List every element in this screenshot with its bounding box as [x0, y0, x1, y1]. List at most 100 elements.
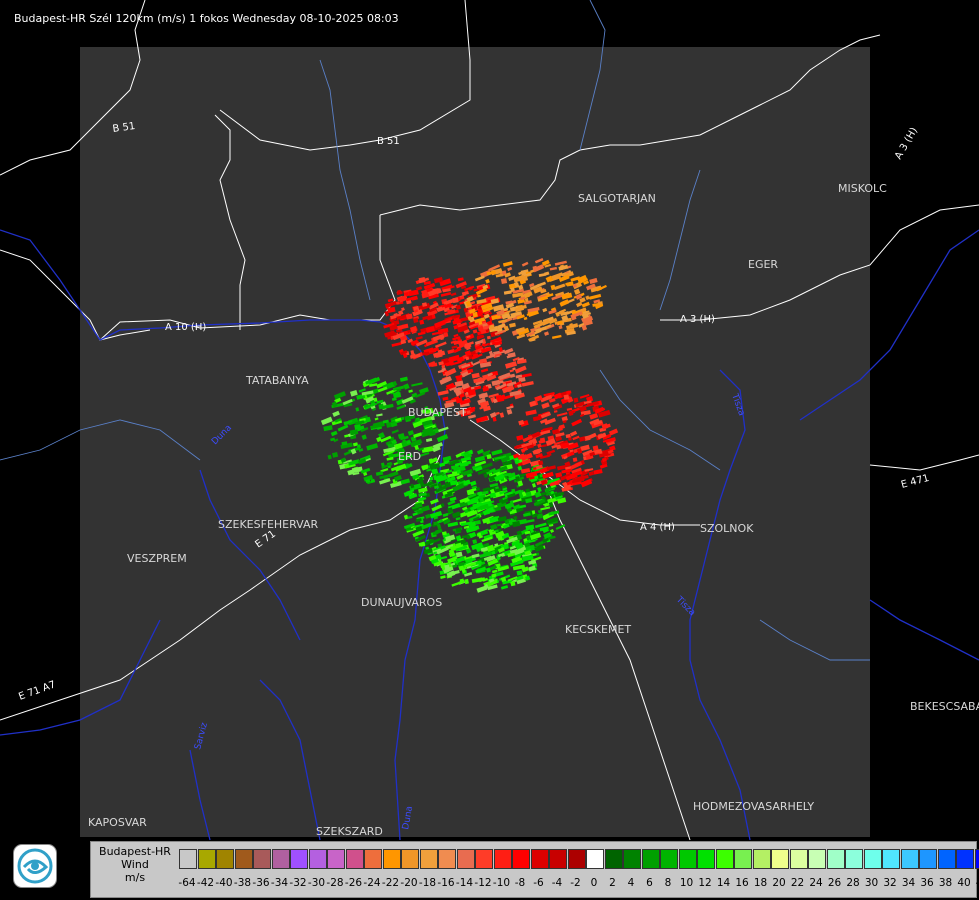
legend-swatch — [771, 849, 789, 869]
legend-tick: -28 — [326, 877, 344, 889]
legend-tick: -42 — [196, 877, 215, 889]
city-hodmezovasarhely: HODMEZOVASARHELY — [693, 800, 814, 813]
legend-tick: -36 — [252, 877, 270, 889]
legend-tick: 36 — [920, 877, 934, 889]
legend-swatch — [216, 849, 234, 869]
radar-echo — [563, 394, 570, 400]
legend-tick: 32 — [883, 877, 897, 889]
legend-swatch — [697, 849, 715, 869]
legend-tick: 42 — [973, 877, 979, 889]
legend-tick: 8 — [664, 877, 672, 889]
legend-swatch — [253, 849, 271, 869]
legend-swatch — [660, 849, 678, 869]
legend-station: Budapest-HR — [99, 845, 171, 858]
legend-swatch — [179, 849, 197, 869]
road-a4: A 4 (H) — [640, 522, 675, 533]
city-salgotarjan: SALGOTARJAN — [578, 192, 656, 205]
city-veszprem: VESZPREM — [127, 552, 187, 565]
legend-tick: -24 — [363, 877, 381, 889]
legend-swatch — [937, 849, 956, 869]
radar-map: SALGOTARJAN MISKOLC EGER TATABANYA BUDAP… — [0, 0, 979, 900]
legend-tick: 2 — [609, 877, 616, 889]
city-budapest: BUDAPEST — [408, 406, 467, 419]
city-tatabanya: TATABANYA — [245, 374, 309, 387]
city-szekesfehervar: SZEKESFEHERVAR — [218, 518, 319, 531]
road-b51-b: B 51 — [377, 136, 400, 147]
legend-tick: -16 — [437, 877, 455, 889]
color-legend: Budapest-HR Wind m/s -64 -42 -40 -38 -36 -34-… — [90, 841, 979, 898]
road-a3-a: A 3 (H) — [680, 314, 715, 325]
legend-swatch — [364, 849, 382, 869]
legend-swatch — [974, 849, 979, 869]
legend-swatch — [234, 849, 253, 869]
city-eger: EGER — [748, 258, 778, 271]
city-erd: ERD — [398, 450, 421, 463]
legend-swatch — [752, 849, 771, 869]
radar-echo — [452, 297, 459, 304]
legend-swatch — [271, 849, 290, 869]
legend-tick: -6 — [533, 877, 544, 889]
header-title: Budapest-HR Szél 120km (m/s) 1 fokos Wed… — [14, 12, 399, 25]
legend-swatch — [882, 849, 900, 869]
legend-label: Budapest-HR Wind m/s — [91, 842, 179, 897]
legend-swatch — [438, 849, 456, 869]
legend-unit: m/s — [124, 871, 146, 884]
city-kecskemet: KECSKEMET — [565, 623, 631, 636]
legend-tick: 34 — [901, 877, 916, 889]
legend-tick: 38 — [938, 877, 953, 889]
legend-tick: -32 — [289, 877, 307, 889]
legend-swatch — [900, 849, 919, 869]
legend-tick: -12 — [474, 877, 492, 889]
city-bekescsaba: BEKESCSABA — [910, 700, 979, 713]
legend-tick: -22 — [381, 877, 400, 889]
legend-swatch — [549, 849, 567, 869]
road-a10: A 10 (H) — [165, 322, 206, 333]
legend-tick: -18 — [418, 877, 437, 889]
legend-swatch — [290, 849, 308, 869]
city-szolnok: SZOLNOK — [700, 522, 754, 535]
legend-tick: -8 — [514, 877, 526, 889]
legend-swatch — [327, 849, 345, 869]
legend-tick: 40 — [957, 877, 971, 889]
legend-swatch — [808, 849, 826, 869]
omsz-logo-icon — [13, 844, 57, 888]
legend-swatch — [512, 849, 530, 869]
legend-tick: 28 — [846, 877, 860, 889]
legend-tick: 20 — [772, 877, 786, 889]
legend-tick: 6 — [646, 877, 653, 889]
legend-swatch — [789, 849, 808, 869]
legend-swatch — [530, 849, 549, 869]
radar-echo — [515, 476, 520, 481]
legend-tick: 24 — [809, 877, 823, 889]
legend-swatch — [382, 849, 401, 869]
legend-tick: 30 — [864, 877, 879, 889]
city-kaposvar: KAPOSVAR — [88, 816, 147, 829]
legend-swatch — [715, 849, 734, 869]
legend-swatch — [475, 849, 493, 869]
legend-tick: -4 — [551, 877, 563, 889]
legend-swatch — [641, 849, 660, 869]
legend-tick: -30 — [307, 877, 326, 889]
legend-swatch — [308, 849, 327, 869]
legend-swatch — [493, 849, 512, 869]
legend-swatch — [734, 849, 752, 869]
legend-tick: -40 — [215, 877, 233, 889]
legend-tick: 16 — [735, 877, 749, 889]
legend-swatch — [456, 849, 475, 869]
legend-tick: -14 — [455, 877, 474, 889]
legend-swatch — [845, 849, 863, 869]
legend-swatch — [863, 849, 882, 869]
legend-tick: 10 — [679, 877, 694, 889]
city-szekszard: SZEKSZARD — [316, 825, 383, 838]
legend-swatch — [919, 849, 937, 869]
city-dunaujvaros: DUNAUJVAROS — [361, 596, 442, 609]
legend-swatch — [604, 849, 623, 869]
legend-tick: -34 — [270, 877, 289, 889]
legend-tick: 22 — [790, 877, 805, 889]
legend-tick: 12 — [698, 877, 712, 889]
legend-swatch — [197, 849, 216, 869]
legend-tick: 4 — [627, 877, 635, 889]
legend-tick: -20 — [400, 877, 418, 889]
radar-echo — [500, 278, 508, 285]
legend-swatch — [419, 849, 438, 869]
